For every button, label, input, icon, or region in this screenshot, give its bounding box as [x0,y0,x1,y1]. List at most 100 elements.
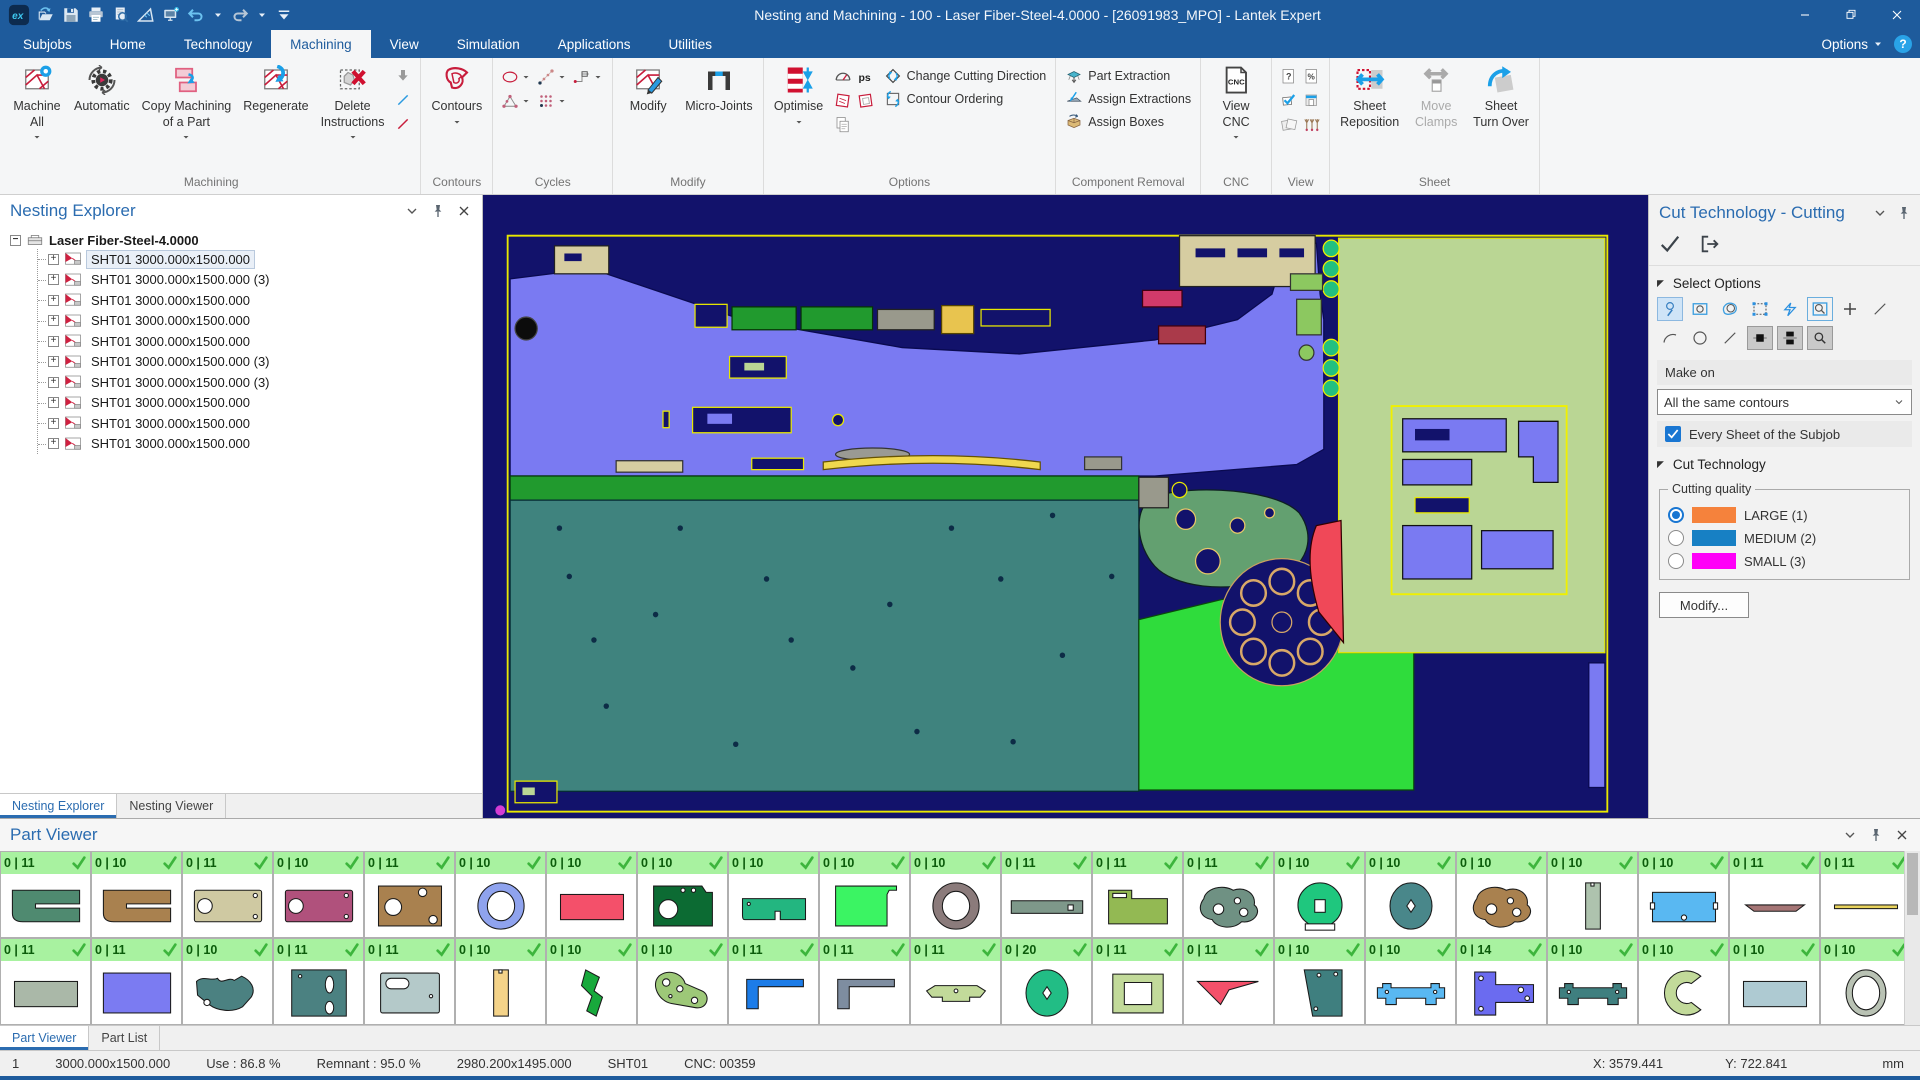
part-card[interactable]: 0 | 10 [638,852,727,937]
cycle-corner-button[interactable] [572,67,605,87]
tab-technology[interactable]: Technology [165,30,271,58]
chevron-down-icon[interactable] [404,203,420,219]
part-card[interactable]: 0 | 11 [1,852,90,937]
radio-button[interactable] [1668,530,1684,546]
partviewer-tab-part-viewer[interactable]: Part Viewer [0,1026,89,1050]
tab-utilities[interactable]: Utilities [650,30,732,58]
tab-simulation[interactable]: Simulation [438,30,539,58]
part-card[interactable]: 0 | 10 [92,852,181,937]
part-card[interactable]: 0 | 10 [1548,939,1637,1024]
chevron-down-icon[interactable] [1872,205,1888,221]
part-card[interactable]: 0 | 11 [1184,939,1273,1024]
part-card[interactable]: 0 | 11 [274,939,363,1024]
save-icon[interactable] [62,6,80,24]
tree-item-sheet-6[interactable]: +SHT01 3000.000x1500.000 (3) [38,352,482,373]
ps-button[interactable]: ps [856,67,876,87]
part-card[interactable]: 0 | 10 [456,939,545,1024]
part-card[interactable]: 0 | 10 [1730,939,1819,1024]
minimize-button[interactable] [1782,0,1828,30]
tool-zoom-window-button[interactable] [1807,297,1833,321]
expand-box[interactable]: + [48,336,59,347]
regenerate-button[interactable]: Regenerate [238,61,313,175]
copy-doc-button[interactable] [833,115,853,135]
part-card[interactable]: 0 | 20 [1002,939,1091,1024]
undo-icon[interactable] [187,6,205,24]
dropdown-caret-icon[interactable] [212,9,224,21]
tool-zoom-gray-button[interactable] [1807,326,1833,350]
part-card[interactable]: 0 | 11 [365,939,454,1024]
view-cnc-button[interactable]: CNCView CNC [1206,61,1266,175]
explorer-tab-nesting-viewer[interactable]: Nesting Viewer [117,794,226,818]
part-card[interactable]: 0 | 11 [1093,939,1182,1024]
pin-icon[interactable] [1868,827,1884,843]
make-on-select[interactable]: All the same contours [1657,389,1912,415]
contours-button[interactable]: Contours [426,61,487,175]
explorer-tab-nesting-explorer[interactable]: Nesting Explorer [0,794,117,818]
part-card[interactable]: 0 | 10 [638,939,727,1024]
speedometer-button[interactable] [833,67,853,87]
part-card[interactable]: 0 | 11 [729,939,818,1024]
part-card[interactable]: 0 | 11 [92,939,181,1024]
part-card[interactable]: 0 | 10 [547,852,636,937]
automatic-button[interactable]: Automatic [69,61,135,175]
cycle-grid-button[interactable] [536,91,569,111]
tool-slash-button[interactable] [1867,297,1893,321]
ex-logo-icon[interactable]: ex [8,4,30,26]
micro-joints-button[interactable]: Micro-Joints [680,61,757,175]
radio-button[interactable] [1668,553,1684,569]
check-box-button[interactable] [1279,91,1299,111]
doc-percent-button[interactable]: % [1302,67,1322,87]
part-card[interactable]: 0 | 10 [456,852,545,937]
collapse-box[interactable]: − [10,235,21,246]
part-card[interactable]: 0 | 11 [1093,852,1182,937]
part-viewer-scrollbar[interactable] [1904,851,1920,1025]
part-card[interactable]: 0 | 10 [274,852,363,937]
expand-box[interactable]: + [48,295,59,306]
tool-quick-button[interactable] [1777,297,1803,321]
part-card[interactable]: 0 | 10 [1548,852,1637,937]
tool-double-square-button[interactable] [1777,326,1803,350]
modify-button[interactable]: Modify [618,61,678,175]
tree-root-item[interactable]: −Laser Fiber-Steel-4.0000 [10,231,482,249]
expand-box[interactable]: + [48,356,59,367]
change-cutting-direction-button[interactable]: Change Cutting Direction [884,67,1047,85]
part-card[interactable]: 0 | 10 [1639,939,1728,1024]
tab-applications[interactable]: Applications [539,30,650,58]
close-icon[interactable] [456,203,472,219]
tree-item-sheet-2[interactable]: +SHT01 3000.000x1500.000 (3) [38,270,482,291]
confirm-button[interactable] [1659,233,1681,255]
part-card[interactable]: 0 | 14 [1457,939,1546,1024]
part-card[interactable]: 0 | 10 [911,852,1000,937]
partviewer-tab-part-list[interactable]: Part List [89,1026,160,1050]
quality-option-small[interactable]: SMALL (3) [1668,553,1901,569]
expand-box[interactable]: + [48,438,59,449]
part-card[interactable]: 0 | 11 [820,939,909,1024]
radio-button[interactable] [1668,507,1684,523]
tree-item-sheet-5[interactable]: +SHT01 3000.000x1500.000 [38,331,482,352]
stamps-gray-button[interactable] [1279,115,1299,135]
tool-square-button[interactable] [1747,326,1773,350]
every-sheet-checkbox[interactable]: Every Sheet of the Subjob [1657,421,1912,447]
cut-technology-section[interactable]: ◤ Cut Technology [1649,447,1920,478]
move-clamps-button[interactable]: Move Clamps [1406,61,1466,175]
part-card[interactable]: 0 | 11 [1730,852,1819,937]
customize-icon[interactable] [275,6,293,24]
open-icon[interactable] [37,6,55,24]
tab-machining[interactable]: Machining [271,30,371,58]
part-card[interactable]: 0 | 10 [1275,939,1364,1024]
part-card[interactable]: 0 | 10 [1275,852,1364,937]
quality-option-large[interactable]: LARGE (1) [1668,507,1901,523]
part-card[interactable]: 0 | 10 [1457,852,1546,937]
modify-button[interactable]: Modify... [1659,592,1749,618]
pin-icon[interactable] [430,203,446,219]
tool-arc-button[interactable] [1657,326,1683,350]
expand-box[interactable]: + [48,377,59,388]
expand-box[interactable]: + [48,418,59,429]
part-card[interactable]: 0 | 10 [820,852,909,937]
part-card[interactable]: 0 | 10 [1821,939,1904,1024]
tool-contour-button[interactable] [1717,297,1743,321]
part-card[interactable]: 0 | 10 [729,852,818,937]
clamp-pins-button[interactable] [1302,115,1322,135]
tree-item-sheet-1[interactable]: +SHT01 3000.000x1500.000 [38,249,482,270]
tool-point-button[interactable] [1657,297,1683,321]
